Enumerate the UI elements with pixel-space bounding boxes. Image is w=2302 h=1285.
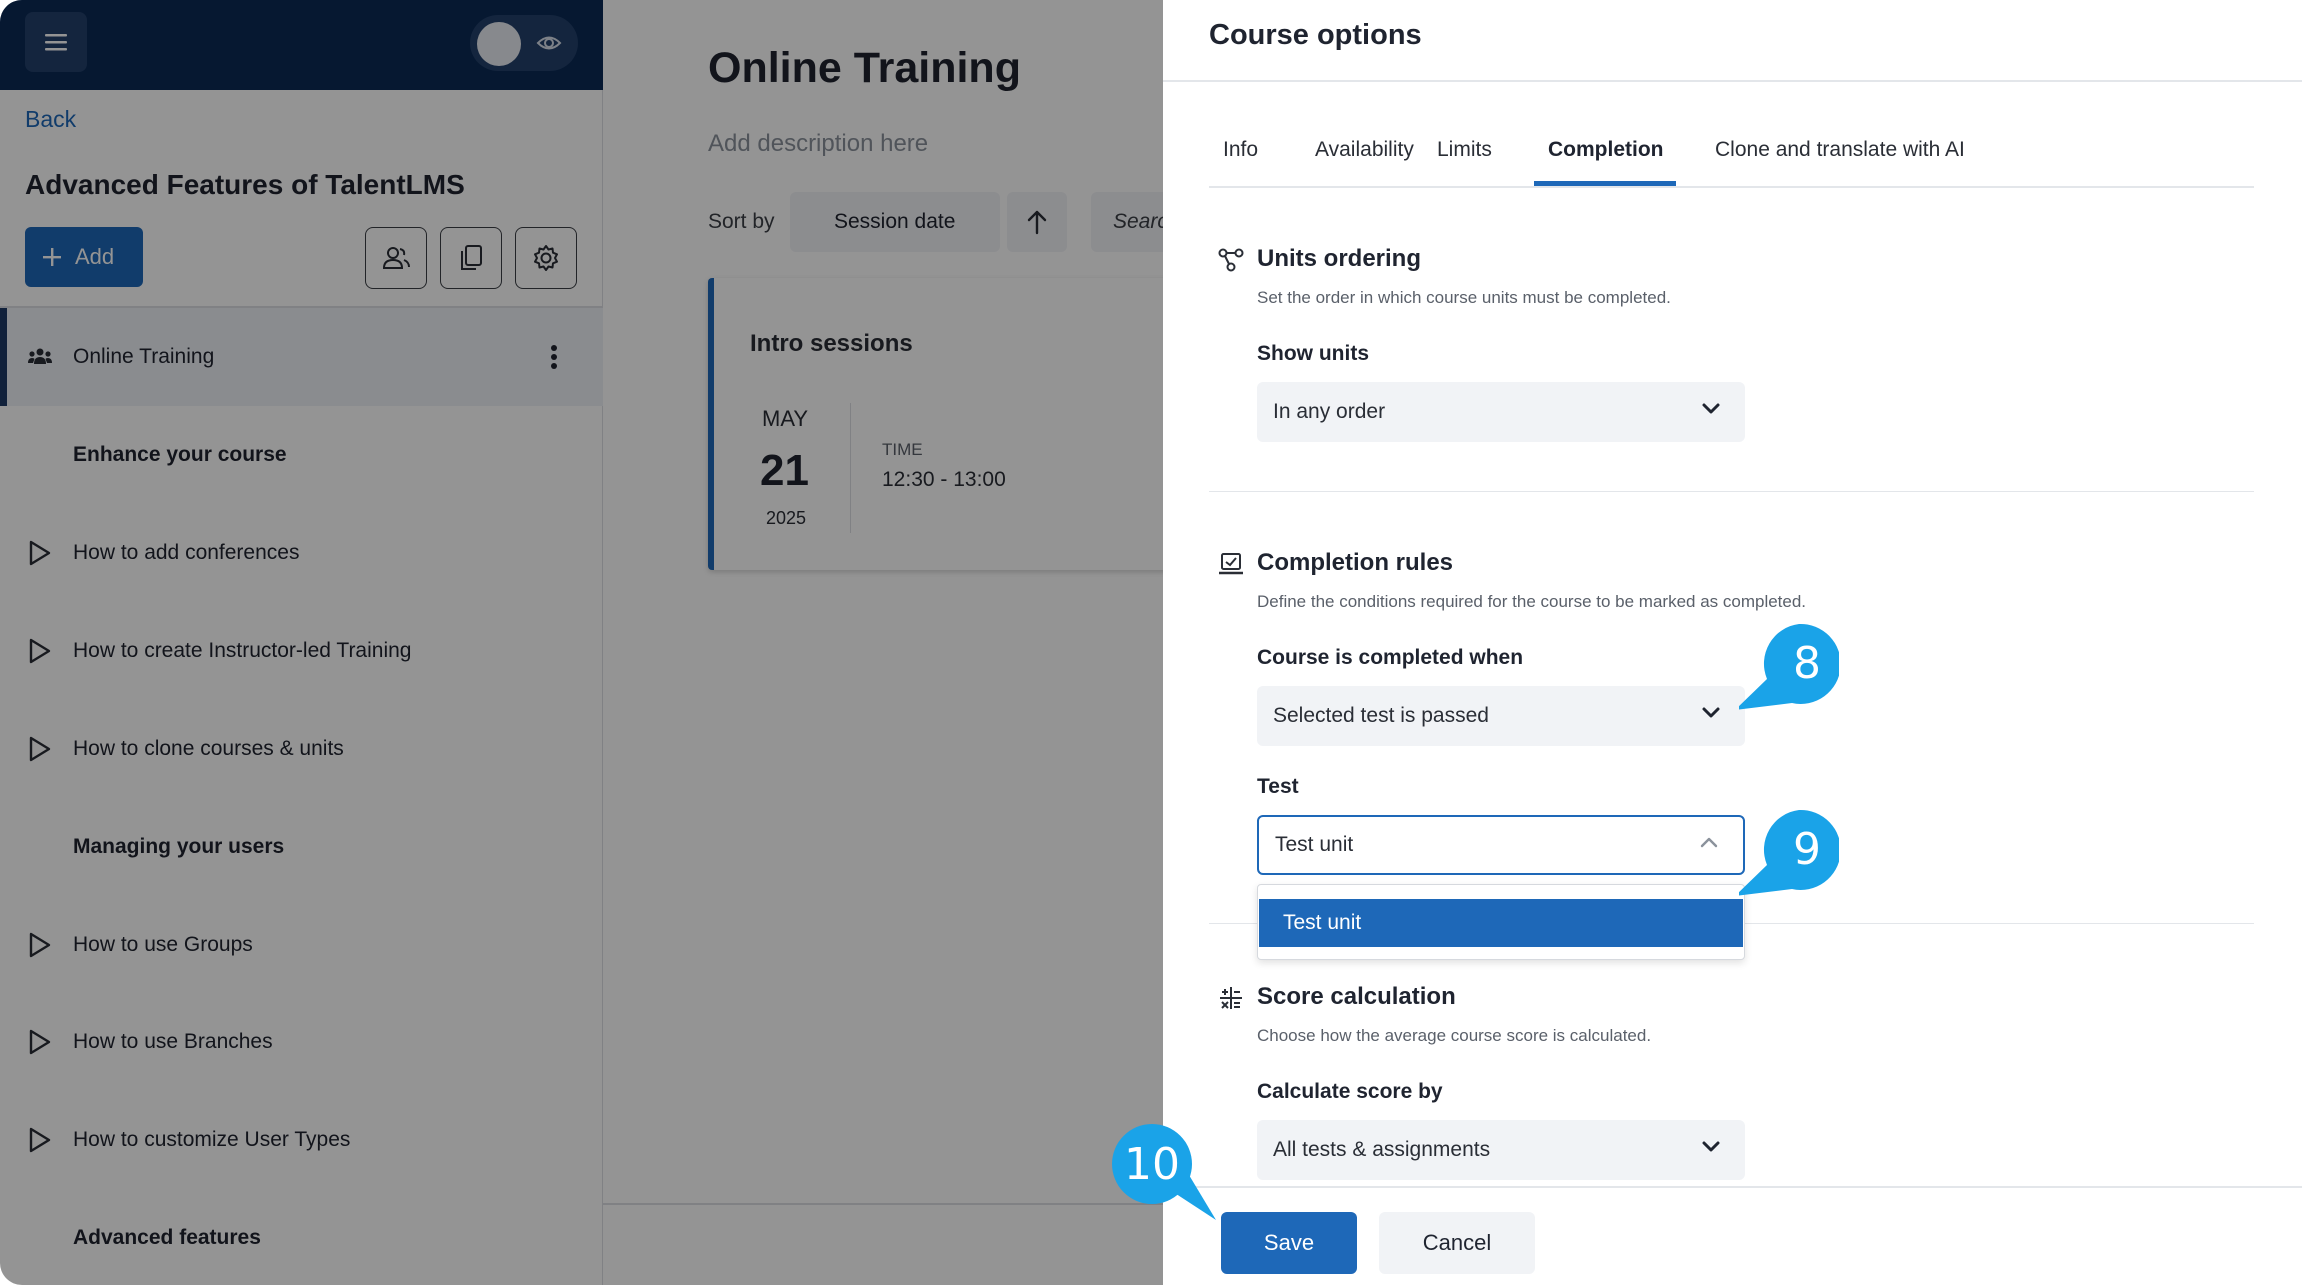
score-calculation-title: Score calculation	[1257, 983, 1456, 1010]
drawer-footer-divider	[1163, 1186, 2302, 1188]
course-options-drawer: Course options Info Availability Limits …	[1163, 0, 2302, 1285]
step-callout-8: 8	[1735, 617, 1841, 717]
chevron-down-icon	[1702, 403, 1720, 414]
tab-info[interactable]: Info	[1223, 138, 1258, 162]
completion-rules-title: Completion rules	[1257, 549, 1454, 576]
tab-availability[interactable]: Availability	[1315, 138, 1414, 162]
test-select[interactable]: Test unit	[1257, 815, 1745, 875]
completion-rules-description: Define the conditions required for the c…	[1257, 592, 1807, 611]
score-calculation-description: Choose how the average course score is c…	[1257, 1026, 1652, 1045]
drawer-header-divider	[1163, 80, 2302, 82]
step-callout-9: 9	[1735, 803, 1841, 903]
test-label: Test	[1257, 775, 1299, 798]
save-button[interactable]: Save	[1221, 1212, 1357, 1274]
section-divider	[1209, 491, 2254, 492]
step-callout-10: 10	[1104, 1116, 1220, 1228]
calculate-score-select[interactable]: All tests & assignments	[1257, 1120, 1745, 1180]
show-units-label: Show units	[1257, 342, 1369, 365]
drawer-title: Course options	[1209, 19, 1422, 51]
callout-number: 9	[1793, 823, 1821, 875]
callout-number: 10	[1124, 1138, 1180, 1190]
flow-icon	[1218, 248, 1244, 272]
laptop-check-icon	[1219, 553, 1243, 575]
active-tab-indicator	[1534, 181, 1676, 186]
show-units-value: In any order	[1273, 400, 1386, 423]
chevron-down-icon	[1702, 707, 1720, 718]
completion-condition-label: Course is completed when	[1257, 646, 1524, 669]
completion-condition-value: Selected test is passed	[1273, 704, 1489, 727]
calculator-icon	[1220, 987, 1242, 1009]
units-ordering-description: Set the order in which course units must…	[1257, 288, 1671, 307]
calculate-score-label: Calculate score by	[1257, 1080, 1443, 1103]
callout-number: 8	[1793, 637, 1821, 689]
options-tabs: Info Availability Limits Completion Clon…	[1209, 128, 2254, 188]
units-ordering-title: Units ordering	[1257, 245, 1422, 272]
tab-completion[interactable]: Completion	[1548, 138, 1664, 162]
cancel-button[interactable]: Cancel	[1379, 1212, 1535, 1274]
tab-clone-translate[interactable]: Clone and translate with AI	[1715, 138, 1965, 162]
test-option[interactable]: Test unit	[1259, 899, 1743, 947]
test-dropdown-list: Test unit	[1257, 884, 1745, 960]
tab-limits[interactable]: Limits	[1437, 138, 1492, 162]
calculate-score-value: All tests & assignments	[1273, 1138, 1491, 1161]
app-window: Back Advanced Features of TalentLMS Add	[0, 0, 2302, 1285]
show-units-select[interactable]: In any order	[1257, 382, 1745, 442]
chevron-up-icon	[1700, 837, 1718, 848]
modal-backdrop[interactable]	[0, 0, 1163, 1285]
chevron-down-icon	[1702, 1141, 1720, 1152]
completion-condition-select[interactable]: Selected test is passed	[1257, 686, 1745, 746]
test-select-value: Test unit	[1275, 833, 1354, 856]
